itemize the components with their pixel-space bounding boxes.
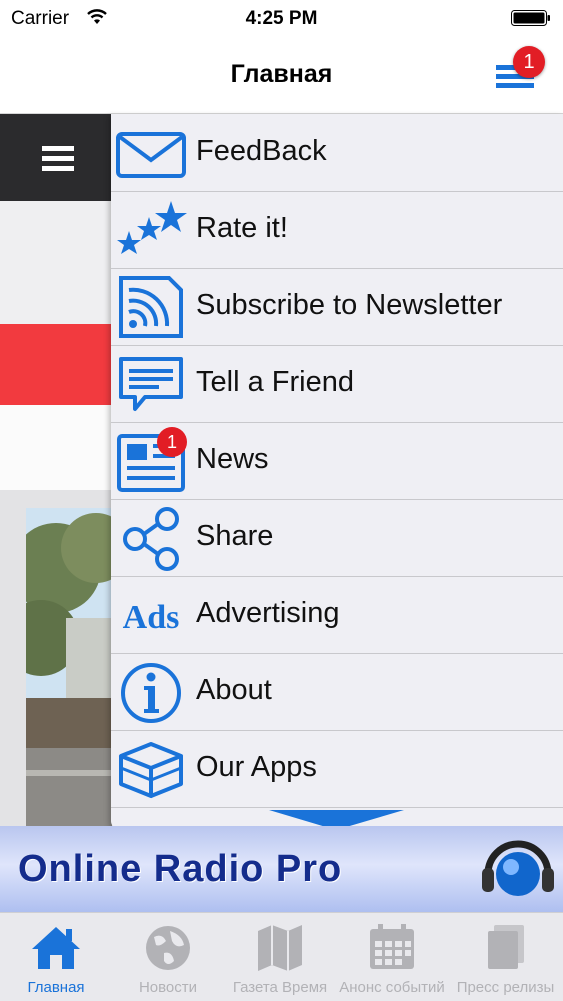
envelope-icon xyxy=(116,132,186,178)
menu-item-news[interactable]: 1 News xyxy=(111,422,563,500)
menu-item-tell-friend[interactable]: Tell a Friend xyxy=(111,345,563,423)
menu-item-feedback[interactable]: FeedBack xyxy=(111,114,563,192)
menu-item-label: Rate it! xyxy=(196,212,288,244)
background-photo xyxy=(26,508,112,826)
menu-item-subscribe[interactable]: Subscribe to Newsletter xyxy=(111,268,563,346)
background-panel xyxy=(0,201,112,324)
menu-item-about[interactable]: About xyxy=(111,653,563,731)
menu-item-label: News xyxy=(196,443,269,475)
tab-press-releases[interactable]: Пресс релизы xyxy=(448,913,563,1001)
menu-item-advertising[interactable]: Ads Advertising xyxy=(111,576,563,654)
map-icon xyxy=(258,925,302,971)
background-white-panel xyxy=(0,405,112,490)
menu-notification-badge: 1 xyxy=(513,46,545,78)
tab-label: Анонс событий xyxy=(339,979,445,996)
info-icon xyxy=(121,663,181,723)
background-red-panel xyxy=(0,324,112,405)
tab-newspaper[interactable]: Газета Время xyxy=(224,913,336,1001)
tab-news[interactable]: Новости xyxy=(112,913,224,1001)
menu-item-label: About xyxy=(196,674,272,706)
tab-events[interactable]: Анонс событий xyxy=(336,913,448,1001)
banner-text: Online Radio Pro xyxy=(18,848,343,890)
battery-icon xyxy=(511,10,550,26)
document-icon xyxy=(487,925,524,969)
background-hamburger-icon[interactable] xyxy=(40,145,76,173)
menu-item-our-apps[interactable]: Our Apps xyxy=(111,730,563,808)
calendar-icon xyxy=(370,924,414,969)
share-icon xyxy=(123,507,179,571)
box-icon xyxy=(119,742,183,798)
home-icon xyxy=(32,927,80,969)
stars-icon xyxy=(117,201,187,254)
svg-text:Ads: Ads xyxy=(123,599,180,636)
menu-item-label: Our Apps xyxy=(196,751,317,783)
page-title: Главная xyxy=(230,60,333,88)
menu-item-label: Subscribe to Newsletter xyxy=(196,289,503,321)
menu-item-label: FeedBack xyxy=(196,135,327,167)
navigation-bar: Главная 1 xyxy=(0,40,563,114)
news-notification-badge: 1 xyxy=(157,427,187,457)
status-bar: Carrier 4:25 PM xyxy=(0,0,563,40)
ads-icon: Ads xyxy=(123,599,180,636)
chat-bubble-icon xyxy=(119,357,183,411)
tab-home[interactable]: Главная xyxy=(0,913,112,1001)
headphones-globe-icon xyxy=(482,840,554,896)
tab-label: Газета Время xyxy=(232,979,328,996)
globe-icon xyxy=(146,926,190,970)
menu-item-label: Tell a Friend xyxy=(196,366,354,398)
menu-item-rate[interactable]: Rate it! xyxy=(111,191,563,269)
menu-item-share[interactable]: Share xyxy=(111,499,563,577)
tab-label: Главная xyxy=(27,979,85,996)
clock: 4:25 PM xyxy=(245,8,318,29)
rss-document-icon xyxy=(119,276,183,338)
tab-bar: Главная Новости Газета Время Анонс событ xyxy=(0,912,563,1001)
tab-label: Пресс релизы xyxy=(456,979,555,996)
tab-label: Новости xyxy=(138,979,198,996)
side-menu: FeedBack Rate it! Subscribe to Newslette… xyxy=(111,114,563,829)
ad-banner[interactable]: Online Radio Pro xyxy=(0,826,563,912)
menu-item-label: Share xyxy=(196,520,274,552)
menu-item-label: Advertising xyxy=(196,597,340,629)
